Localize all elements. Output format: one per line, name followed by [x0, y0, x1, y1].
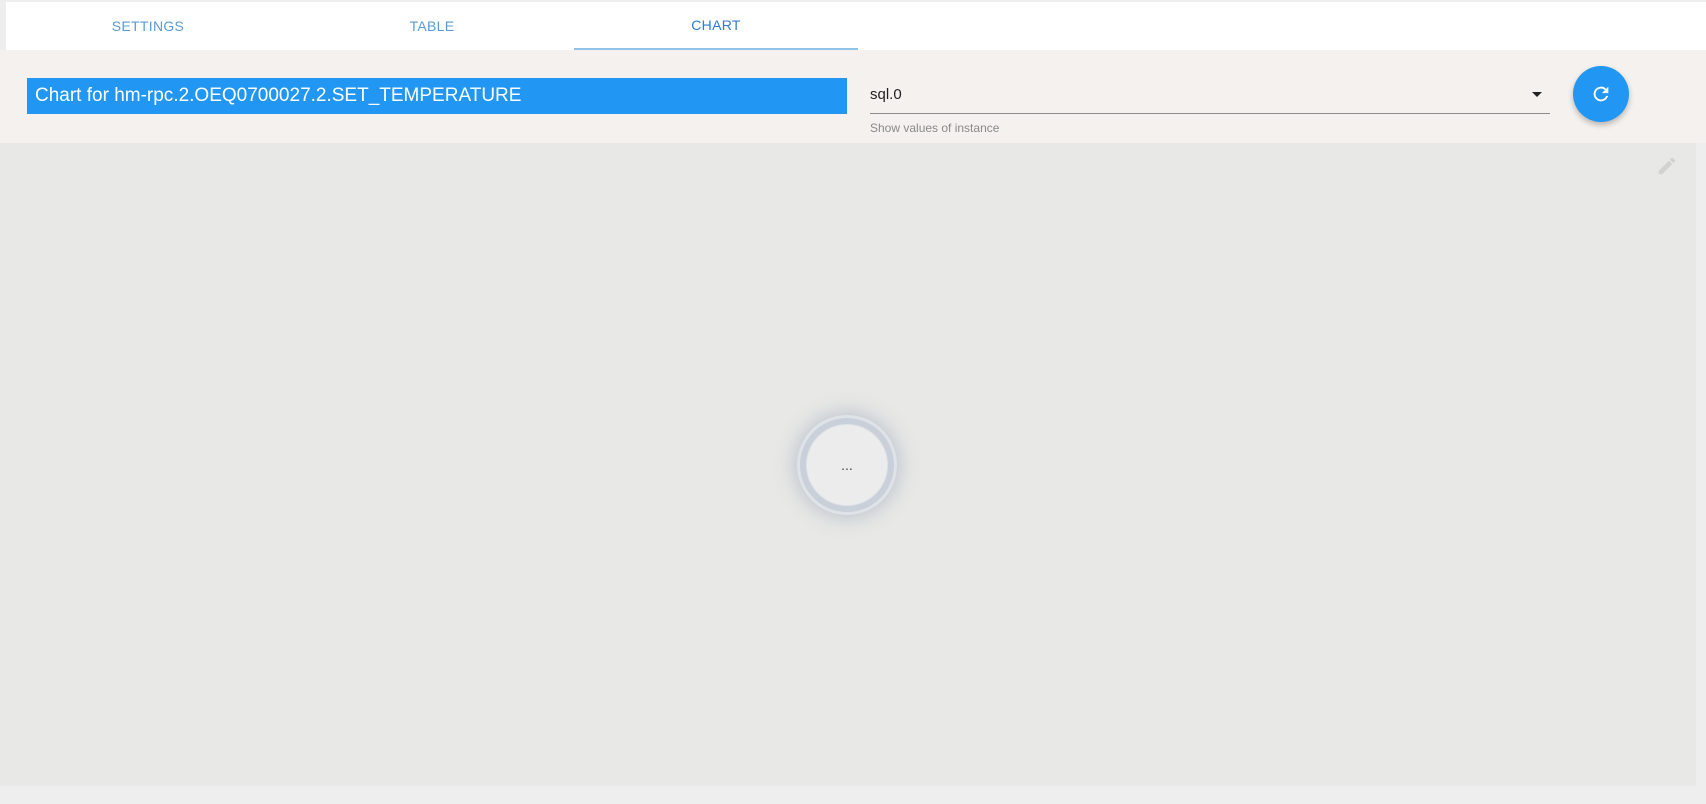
bottom-strip: [0, 786, 1706, 804]
tab-settings[interactable]: SETTINGS: [6, 2, 290, 50]
tab-bar: SETTINGS TABLE CHART: [6, 2, 1706, 50]
pencil-icon[interactable]: [1656, 155, 1678, 177]
refresh-icon: [1593, 86, 1609, 102]
app-root: SETTINGS TABLE CHART Chart for hm-rpc.2.…: [0, 0, 1706, 804]
tab-table[interactable]: TABLE: [290, 2, 574, 50]
refresh-button[interactable]: [1573, 66, 1629, 122]
loading-spinner: ...: [797, 415, 897, 515]
loading-text: ...: [807, 425, 887, 505]
tab-chart[interactable]: CHART: [574, 2, 858, 50]
chart-title-field[interactable]: Chart for hm-rpc.2.OEQ0700027.2.SET_TEMP…: [27, 78, 847, 114]
chart-toolbar: Chart for hm-rpc.2.OEQ0700027.2.SET_TEMP…: [0, 50, 1706, 143]
chart-area: ...: [0, 143, 1696, 786]
instance-select-helper: Show values of instance: [870, 121, 1000, 135]
instance-select-value: sql.0: [870, 86, 902, 103]
chevron-down-icon[interactable]: [1532, 92, 1542, 97]
instance-select[interactable]: sql.0: [870, 76, 1550, 114]
